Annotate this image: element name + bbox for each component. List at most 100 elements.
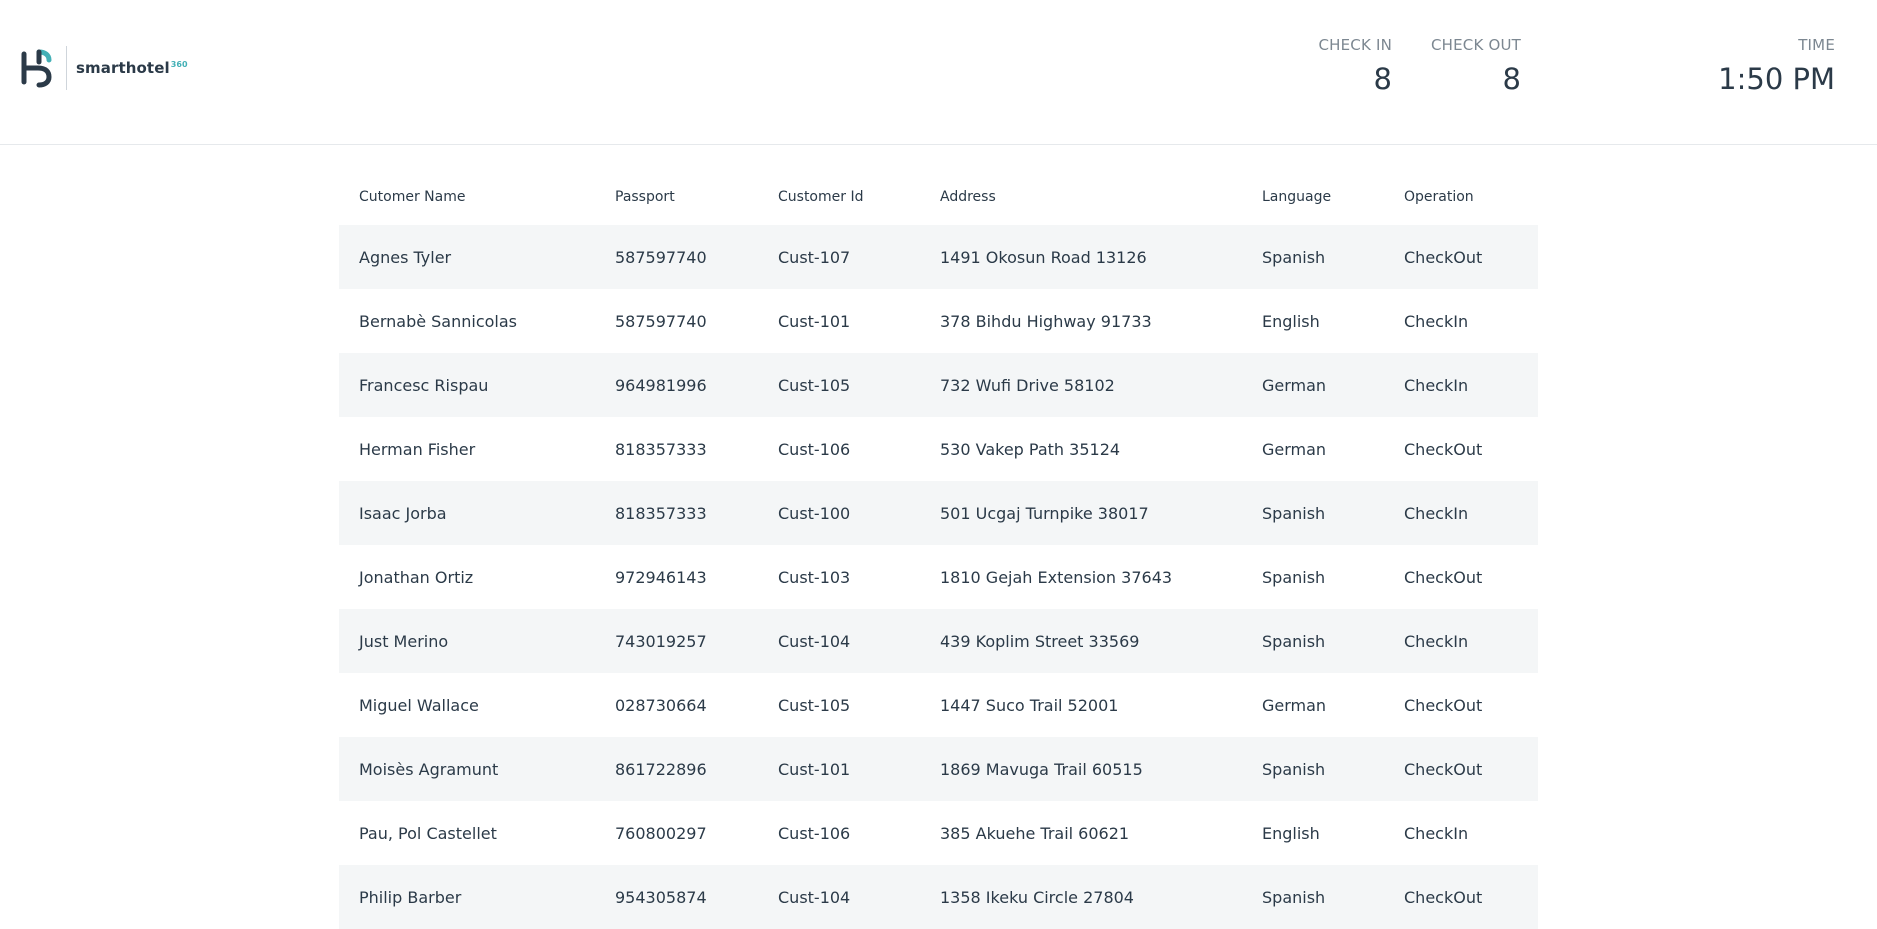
cell-passport: 587597740 (615, 247, 707, 267)
cell-passport: 818357333 (615, 439, 707, 459)
column-header-customer-id: Customer Id (778, 188, 864, 205)
cell-operation: CheckOut (1404, 247, 1483, 267)
cell-operation: CheckIn (1404, 375, 1469, 395)
time-stat: TIME 1:50 PM (1718, 36, 1835, 96)
table-row[interactable]: Jonathan Ortiz 972946143 Cust-103 1810 G… (339, 545, 1538, 609)
time-value: 1:50 PM (1718, 62, 1835, 96)
check-in-stat: CHECK IN 8 (1318, 36, 1392, 96)
cell-language: Spanish (1262, 759, 1326, 779)
cell-address: 732 Wufi Drive 58102 (940, 375, 1115, 395)
brand[interactable]: smarthotel360 (20, 46, 188, 90)
cell-address: 501 Ucgaj Turnpike 38017 (940, 503, 1149, 523)
cell-operation: CheckIn (1404, 631, 1469, 651)
column-header-passport: Passport (615, 188, 675, 205)
cell-address: 385 Akuehe Trail 60621 (940, 823, 1130, 843)
brand-name: smarthotel360 (76, 59, 188, 77)
cell-language: Spanish (1262, 567, 1326, 587)
cell-language: German (1262, 375, 1327, 395)
cell-address: 1869 Mavuga Trail 60515 (940, 759, 1143, 779)
cell-address: 439 Koplim Street 33569 (940, 631, 1140, 651)
table-row[interactable]: Francesc Rispau 964981996 Cust-105 732 W… (339, 353, 1538, 417)
time-label: TIME (1798, 36, 1835, 54)
check-out-count: 8 (1502, 62, 1521, 96)
table-row[interactable]: Philip Barber 954305874 Cust-104 1358 Ik… (339, 865, 1538, 929)
app-header: smarthotel360 CHECK IN 8 CHECK OUT 8 TIM… (0, 0, 1877, 145)
column-header-operation: Operation (1404, 188, 1474, 205)
cell-language: German (1262, 695, 1327, 715)
cell-customer-id: Cust-101 (778, 311, 851, 331)
column-header-address: Address (940, 188, 996, 205)
cell-customer-name: Pau, Pol Castellet (359, 823, 497, 843)
cell-language: English (1262, 823, 1320, 843)
cell-passport: 587597740 (615, 311, 707, 331)
customers-table: Cutomer Name Passport Customer Id Addres… (339, 168, 1538, 929)
cell-customer-name: Philip Barber (359, 887, 462, 907)
table-row[interactable]: Isaac Jorba 818357333 Cust-100 501 Ucgaj… (339, 481, 1538, 545)
customers-table-container: Cutomer Name Passport Customer Id Addres… (339, 168, 1538, 929)
cell-operation: CheckOut (1404, 567, 1483, 587)
table-row[interactable]: Moisès Agramunt 861722896 Cust-101 1869 … (339, 737, 1538, 801)
check-out-stat: CHECK OUT 8 (1431, 36, 1521, 96)
cell-operation: CheckIn (1404, 311, 1469, 331)
cell-passport: 760800297 (615, 823, 707, 843)
cell-address: 1447 Suco Trail 52001 (940, 695, 1119, 715)
cell-customer-name: Agnes Tyler (359, 247, 452, 267)
cell-address: 1810 Gejah Extension 37643 (940, 567, 1173, 587)
table-row[interactable]: Bernabè Sannicolas 587597740 Cust-101 37… (339, 289, 1538, 353)
cell-customer-name: Just Merino (359, 631, 449, 651)
brand-divider (66, 46, 67, 90)
brand-superscript: 360 (170, 60, 188, 69)
cell-customer-id: Cust-106 (778, 439, 851, 459)
cell-operation: CheckOut (1404, 759, 1483, 779)
cell-passport: 954305874 (615, 887, 707, 907)
cell-passport: 743019257 (615, 631, 707, 651)
check-out-label: CHECK OUT (1430, 36, 1521, 54)
cell-customer-name: Miguel Wallace (359, 695, 479, 715)
column-header-customer-name: Cutomer Name (359, 188, 466, 205)
cell-customer-id: Cust-101 (778, 759, 851, 779)
cell-customer-name: Jonathan Ortiz (359, 567, 474, 587)
cell-language: Spanish (1262, 631, 1326, 651)
cell-operation: CheckIn (1404, 823, 1469, 843)
cell-passport: 818357333 (615, 503, 707, 523)
check-in-label: CHECK IN (1318, 36, 1392, 54)
cell-operation: CheckOut (1404, 887, 1483, 907)
cell-language: Spanish (1262, 503, 1326, 523)
cell-customer-id: Cust-105 (778, 695, 851, 715)
cell-customer-id: Cust-107 (778, 247, 851, 267)
cell-passport: 861722896 (615, 759, 707, 779)
cell-address: 1491 Okosun Road 13126 (940, 247, 1147, 267)
cell-operation: CheckOut (1404, 695, 1483, 715)
table-row[interactable]: Miguel Wallace 028730664 Cust-105 1447 S… (339, 673, 1538, 737)
cell-operation: CheckOut (1404, 439, 1483, 459)
table-row[interactable]: Just Merino 743019257 Cust-104 439 Kopli… (339, 609, 1538, 673)
cell-customer-name: Bernabè Sannicolas (359, 311, 518, 331)
cell-customer-id: Cust-104 (778, 631, 851, 651)
cell-customer-name: Moisès Agramunt (359, 759, 499, 779)
cell-language: English (1262, 311, 1320, 331)
cell-address: 1358 Ikeku Circle 27804 (940, 887, 1134, 907)
cell-passport: 972946143 (615, 567, 707, 587)
cell-language: German (1262, 439, 1327, 459)
table-header-row: Cutomer Name Passport Customer Id Addres… (339, 168, 1538, 225)
table-row[interactable]: Pau, Pol Castellet 760800297 Cust-106 38… (339, 801, 1538, 865)
cell-customer-id: Cust-105 (778, 375, 851, 395)
cell-customer-name: Francesc Rispau (359, 375, 489, 395)
column-header-language: Language (1262, 188, 1332, 205)
cell-customer-id: Cust-104 (778, 887, 851, 907)
cell-customer-id: Cust-106 (778, 823, 851, 843)
cell-language: Spanish (1262, 887, 1326, 907)
check-in-count: 8 (1373, 62, 1392, 96)
cell-customer-name: Herman Fisher (359, 439, 476, 459)
cell-customer-id: Cust-103 (778, 567, 851, 587)
cell-address: 530 Vakep Path 35124 (940, 439, 1121, 459)
cell-passport: 028730664 (615, 695, 707, 715)
cell-customer-id: Cust-100 (778, 503, 851, 523)
smarthotel-logo-icon (21, 49, 52, 88)
cell-operation: CheckIn (1404, 503, 1469, 523)
table-row[interactable]: Agnes Tyler 587597740 Cust-107 1491 Okos… (339, 225, 1538, 289)
cell-address: 378 Bihdu Highway 91733 (940, 311, 1152, 331)
cell-passport: 964981996 (615, 375, 707, 395)
table-row[interactable]: Herman Fisher 818357333 Cust-106 530 Vak… (339, 417, 1538, 481)
cell-customer-name: Isaac Jorba (359, 503, 447, 523)
